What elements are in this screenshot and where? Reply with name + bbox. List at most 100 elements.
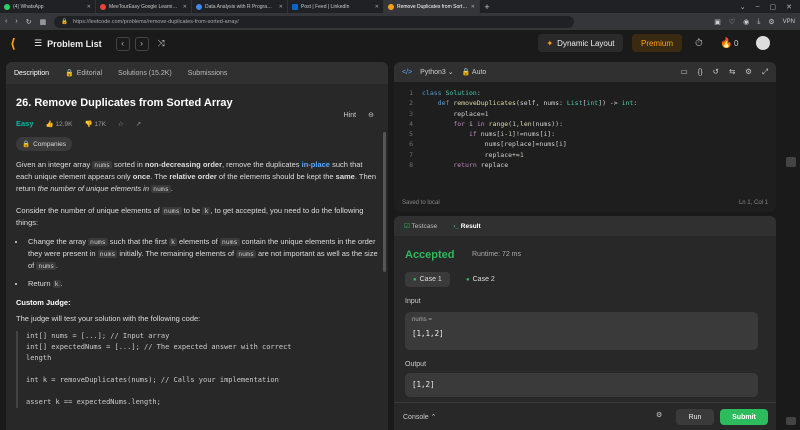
chevron-down-icon: ⌄ <box>447 69 454 76</box>
forward-icon[interactable]: › <box>15 18 17 25</box>
problem-list-button[interactable]: ☰ Problem List <box>34 38 102 49</box>
check-box-icon: ☑ <box>404 223 410 230</box>
fullscreen-icon[interactable]: ⤢ <box>762 67 768 77</box>
run-button[interactable]: Run <box>676 409 714 425</box>
bookmark-icon[interactable]: ▭ <box>681 67 688 77</box>
in-place-link[interactable]: in-place <box>302 160 330 169</box>
list-item: Return k. <box>26 278 378 290</box>
settings-icon[interactable]: ⚙ <box>768 18 774 26</box>
case-2-tab[interactable]: ● Case 2 <box>458 272 503 287</box>
back-icon[interactable]: ‹ <box>5 18 7 25</box>
browser-tab-leetcode[interactable]: Remove Duplicates from Sorted ... ✕ <box>384 0 480 13</box>
dynamic-layout-button[interactable]: ✦ Dynamic Layout <box>538 34 623 52</box>
pass-dot-icon: ● <box>413 276 417 283</box>
editor-toolbar: </> Python3 ⌄ 🔒 Auto ▭ {} ↺ ⇆ ⚙ ⤢ <box>394 62 776 82</box>
input-label: Input <box>405 298 421 305</box>
lock-icon: 🔒 <box>461 69 471 76</box>
downloads-icon[interactable]: ⤓ <box>757 18 760 26</box>
braces-icon[interactable]: {} <box>698 67 703 77</box>
reload-icon[interactable]: ↻ <box>26 18 32 26</box>
output-box: [1,2] <box>405 373 758 397</box>
minimize-icon[interactable]: – <box>756 3 760 10</box>
tab-description[interactable]: Description <box>14 70 49 77</box>
like-button[interactable]: 👍 12.9K <box>46 120 73 128</box>
problem-title: 26. Remove Duplicates from Sorted Array <box>16 97 233 109</box>
browser-tab-linkedin[interactable]: Post | Feed | LinkedIn ✕ <box>288 0 384 13</box>
browser-tab-whatsapp[interactable]: (4) WhatsApp ✕ <box>0 0 96 13</box>
tab-solutions[interactable]: Solutions (15.2K) <box>118 70 172 77</box>
timer-icon[interactable]: ⏱ <box>695 38 703 49</box>
star-icon[interactable]: ☆ <box>118 120 124 128</box>
browser-tab-data-analysis[interactable]: Data Analysis with R Programming - ...✕ <box>192 0 288 13</box>
tab-submissions[interactable]: Submissions <box>188 70 228 77</box>
close-window-icon[interactable]: ✕ <box>786 3 792 11</box>
tab-result[interactable]: ›_ Result <box>453 223 480 230</box>
tab-testcase[interactable]: ☑ Testcase <box>404 222 437 230</box>
fire-icon[interactable]: 🔥 <box>720 38 732 49</box>
prev-problem-button[interactable]: ‹ <box>115 36 130 51</box>
browser-tab-bar: (4) WhatsApp ✕ MeeTourEasy Google Learnin… <box>0 0 800 13</box>
camera-icon[interactable]: ◉ <box>743 18 749 26</box>
language-select[interactable]: Python3 ⌄ <box>420 68 454 76</box>
wallet-icon[interactable]: ▣ <box>714 18 721 26</box>
linkedin-icon <box>292 3 298 10</box>
browser-tab-google-learning[interactable]: MeeTourEasy Google Learning Progr...✕ <box>96 0 192 13</box>
whatsapp-icon <box>4 3 10 10</box>
maximize-icon[interactable]: ▢ <box>770 3 777 11</box>
shuffle-icon[interactable]: ⤨ <box>158 38 165 49</box>
code-icon: </> <box>402 68 413 76</box>
lock-icon: 🔒 <box>65 70 74 77</box>
chevron-up-icon: ⌃ <box>430 413 437 421</box>
tab-editorial[interactable]: 🔒 Editorial <box>65 69 102 77</box>
case-1-tab[interactable]: ● Case 1 <box>405 272 450 287</box>
close-tab-icon[interactable]: ✕ <box>183 4 187 10</box>
auto-mode[interactable]: 🔒 Auto <box>462 68 487 76</box>
dislike-button[interactable]: 👎 17K <box>84 120 105 128</box>
output-label: Output <box>405 361 427 368</box>
result-panel: ☑ Testcase ›_ Result Accepted Runtime: 7… <box>394 216 776 430</box>
debug-icon[interactable]: ⚙ <box>656 411 662 419</box>
leetcode-logo[interactable]: ⟨ <box>10 36 22 51</box>
input-value: [1,1,2] <box>412 329 444 338</box>
leetcode-header: ⟨ ☰ Problem List ‹ › ⤨ ✦ Dynamic Layout P… <box>0 30 800 57</box>
share-icon[interactable]: ↗ <box>136 120 141 128</box>
output-value: [1,2] <box>412 380 435 389</box>
companies-tag[interactable]: 🔒 Companies <box>16 137 72 151</box>
terminal-icon: ›_ <box>453 222 459 230</box>
result-footer: Console ⌃ ⚙ Run Submit <box>394 402 776 430</box>
code-content[interactable]: 1 class Solution: 2 def removeDuplicates(… <box>394 88 637 170</box>
premium-button[interactable]: Premium <box>632 34 682 52</box>
thumbs-down-icon: 👎 <box>84 120 93 128</box>
requirements-list: Change the array nums such that the firs… <box>26 236 378 290</box>
hint-button[interactable]: Hint <box>344 112 356 119</box>
new-tab-button[interactable]: + <box>480 0 494 13</box>
leetcode-icon <box>388 3 394 10</box>
judge-code-block: int[] nums = [...]; // Input array int[] … <box>16 331 378 408</box>
scrollbar[interactable] <box>383 132 386 272</box>
next-problem-button[interactable]: › <box>134 36 149 51</box>
description-tabs: Description 🔒 Editorial Solutions (15.2K)… <box>6 62 388 84</box>
address-bar-row: ‹ › ↻ ▦ 🔒 https://leetcode.com/problems/… <box>0 13 800 30</box>
coursera-icon <box>196 3 202 10</box>
more-options-icon[interactable]: ⊖ <box>368 111 374 119</box>
submit-button[interactable]: Submit <box>720 409 768 425</box>
vpn-badge[interactable]: VPN <box>783 19 795 25</box>
avatar[interactable] <box>756 36 770 50</box>
fold-icon[interactable]: ⇆ <box>729 67 735 77</box>
close-tab-icon[interactable]: ✕ <box>87 4 91 10</box>
close-tab-icon[interactable]: ✕ <box>471 4 475 10</box>
settings-side-icon[interactable] <box>786 417 796 425</box>
close-tab-icon[interactable]: ✕ <box>375 4 379 10</box>
console-button[interactable]: Console ⌃ <box>403 413 437 421</box>
gear-icon[interactable]: ⚙ <box>745 67 752 77</box>
close-tab-icon[interactable]: ✕ <box>279 4 283 10</box>
heart-icon[interactable]: ♡ <box>729 18 735 26</box>
cursor-position: Ln 1, Col 1 <box>738 200 768 206</box>
accepted-status: Accepted <box>405 249 455 261</box>
custom-judge-heading: Custom Judge: <box>16 298 71 307</box>
reset-icon[interactable]: ↺ <box>713 67 719 77</box>
tabs-grid-icon[interactable]: ▦ <box>40 18 47 26</box>
url-field[interactable]: 🔒 https://leetcode.com/problems/remove-d… <box>54 15 575 28</box>
tab-search-icon[interactable]: ⌄ <box>740 3 746 11</box>
notes-icon[interactable] <box>786 157 796 167</box>
